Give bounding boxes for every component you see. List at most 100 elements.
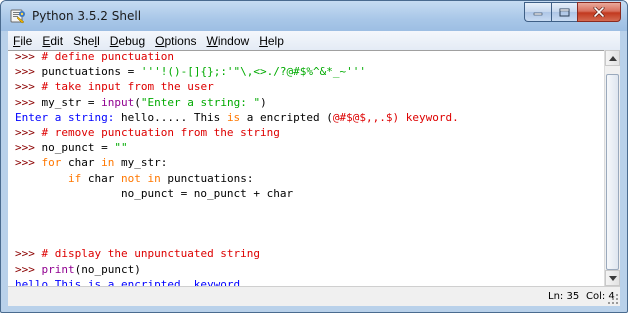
shell-line: >>> # remove punctuation from the string bbox=[15, 125, 459, 140]
shell-token-string: '''!()-[]{};:'"\,<>./?@#$%^&*_~''' bbox=[140, 65, 367, 79]
shell-token-prompt: >>> bbox=[15, 141, 42, 155]
menu-item-label-part: l bbox=[97, 33, 100, 48]
menu-item-label-part: ile bbox=[20, 33, 33, 48]
idle-shell-window: Python 3.5.2 Shell File Edit Shell Debug… bbox=[0, 0, 628, 313]
shell-line: >>> # display the unpunctuated string bbox=[15, 246, 459, 261]
shell-token-plain: ( bbox=[134, 95, 141, 109]
shell-line: >>> for char in my_str: bbox=[15, 155, 459, 170]
maximize-button[interactable] bbox=[551, 2, 577, 22]
status-bar: Ln: 35 Col: 4 bbox=[8, 286, 620, 306]
shell-lines: >>> # define punctuation >>> punctuations… bbox=[15, 50, 459, 286]
shell-token-plain bbox=[15, 172, 68, 185]
shell-token-keyword: for bbox=[41, 156, 62, 170]
shell-token-comment: # remove punctuation from the string bbox=[41, 125, 280, 139]
shell-token-builtin: input bbox=[101, 95, 135, 109]
shell-token-plain: no_punct = no_punct + char bbox=[15, 186, 294, 200]
shell-token-plain: ( bbox=[326, 110, 333, 124]
shell-token-plain: char bbox=[61, 156, 102, 170]
shell-token-comment: # display the unpunctuated string bbox=[41, 247, 261, 261]
menu-item-label-part: ebug bbox=[118, 33, 146, 48]
shell-line: >>> punctuations = '''!()-[]{};:'"\,<>./… bbox=[15, 64, 459, 79]
menu-item-label-part: She bbox=[73, 33, 95, 48]
shell-token-output: Enter a string: bbox=[15, 110, 121, 124]
shell-token-plain: no_punct = bbox=[41, 141, 115, 155]
shell-line: >>> my_str = input("Enter a string: ") bbox=[15, 95, 459, 110]
shell-text-area[interactable]: >>> # define punctuation >>> punctuations… bbox=[8, 50, 604, 286]
menu-item-mnemonic: W bbox=[206, 33, 218, 48]
shell-line: >>> print(no_punct) bbox=[15, 262, 459, 277]
shell-line: if char not in punctuations: bbox=[15, 171, 459, 186]
shell-line: no_punct = no_punct + char bbox=[15, 186, 459, 201]
shell-token-prompt: >>> bbox=[15, 65, 42, 79]
shell-token-plain: my_str = bbox=[41, 95, 102, 109]
shell-token-plain: my_str: bbox=[114, 156, 168, 170]
shell-token-keyword: not in bbox=[120, 171, 161, 185]
shell-token-plain: punctuations: bbox=[160, 171, 254, 185]
menu-item-mnemonic: H bbox=[259, 33, 268, 48]
shell-line: >>> no_punct = "" bbox=[15, 140, 459, 155]
vertical-scrollbar[interactable] bbox=[604, 50, 620, 286]
shell-token-keyword: in bbox=[101, 156, 115, 170]
shell-line bbox=[15, 216, 459, 231]
menu-item-label-part: ptions bbox=[164, 33, 197, 48]
menu-item[interactable]: File bbox=[8, 34, 37, 48]
shell-token-comment: # take input from the user bbox=[41, 80, 214, 94]
menu-item[interactable]: Help bbox=[254, 34, 289, 48]
menu-item[interactable]: Edit bbox=[37, 34, 68, 48]
window-title: Python 3.5.2 Shell bbox=[32, 9, 142, 23]
shell-token-prompt: >>> bbox=[15, 156, 42, 170]
scroll-up-arrow-icon bbox=[608, 55, 617, 61]
python-idle-icon bbox=[10, 9, 25, 24]
shell-token-comment: @#$@$,,.$) keyword. bbox=[332, 110, 459, 124]
shell-token-prompt: >>> bbox=[15, 125, 42, 139]
shell-line: Enter a string: hello..... This is a enc… bbox=[15, 110, 459, 125]
shell-token-keyword: is bbox=[226, 110, 241, 124]
shell-token-plain: char bbox=[81, 171, 121, 185]
shell-token-string: "" bbox=[114, 141, 128, 155]
status-line-number: Ln: 35 bbox=[548, 291, 580, 302]
menu-item[interactable]: Debug bbox=[105, 34, 150, 48]
shell-line bbox=[15, 201, 459, 216]
menu-item-label-part: elp bbox=[267, 33, 284, 48]
shell-token-prompt: >>> bbox=[15, 247, 42, 261]
shell-token-plain bbox=[15, 217, 22, 230]
shell-token-input: a encripted bbox=[240, 110, 327, 124]
shell-token-prompt: >>> bbox=[15, 50, 42, 63]
scroll-down-arrow-icon bbox=[608, 275, 617, 281]
shell-token-keyword: if bbox=[67, 171, 82, 185]
shell-token-plain: punctuations = bbox=[41, 65, 141, 79]
shell-token-comment: # define punctuation bbox=[41, 50, 174, 63]
menu-item-label-part: dit bbox=[50, 33, 64, 48]
scroll-thumb[interactable] bbox=[606, 74, 619, 270]
scroll-up-button[interactable] bbox=[605, 50, 620, 66]
shell-token-prompt: >>> bbox=[15, 95, 42, 109]
shell-token-plain bbox=[15, 232, 22, 245]
shell-token-plain bbox=[15, 202, 22, 215]
minimize-icon bbox=[533, 12, 543, 16]
shell-token-plain: ) bbox=[260, 95, 267, 109]
resize-grip-icon[interactable] bbox=[608, 294, 618, 304]
title-bar[interactable]: Python 3.5.2 Shell bbox=[1, 1, 627, 31]
close-icon bbox=[593, 7, 605, 17]
shell-line: hello This is a encripted keyword bbox=[15, 277, 459, 286]
menu-item[interactable]: Options bbox=[150, 34, 201, 48]
shell-token-input: hello..... This bbox=[120, 110, 227, 124]
menu-bar: File Edit Shell Debug Options Window Help bbox=[8, 31, 620, 50]
minimize-button[interactable] bbox=[524, 2, 551, 22]
shell-token-plain: (no_punct) bbox=[74, 262, 141, 276]
shell-token-builtin: print bbox=[41, 262, 75, 276]
shell-token-prompt: >>> bbox=[15, 80, 42, 94]
shell-token-prompt: >>> bbox=[15, 262, 42, 276]
menu-item[interactable]: Window bbox=[202, 34, 255, 48]
window-controls bbox=[524, 2, 621, 22]
close-button[interactable] bbox=[577, 2, 621, 22]
shell-line: >>> # define punctuation bbox=[15, 50, 459, 64]
maximize-icon bbox=[559, 8, 570, 16]
shell-line: >>> # take input from the user bbox=[15, 79, 459, 94]
scroll-down-button[interactable] bbox=[605, 270, 620, 286]
shell-line bbox=[15, 231, 459, 246]
menu-item[interactable]: Shell bbox=[68, 34, 105, 48]
shell-token-string: "Enter a string: " bbox=[140, 95, 261, 109]
menu-item-label-part: indow bbox=[217, 33, 250, 48]
shell-token-output: hello This is a encripted keyword bbox=[15, 277, 241, 286]
